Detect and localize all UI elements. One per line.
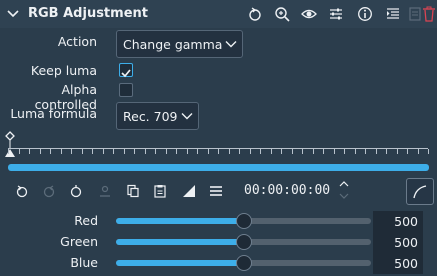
eye-icon[interactable]	[300, 5, 318, 23]
alpha-controlled-checkbox[interactable]	[119, 83, 133, 97]
undo-icon[interactable]	[13, 182, 31, 200]
align-icon[interactable]	[384, 5, 402, 23]
timeline-tick	[312, 149, 314, 154]
keyframe-marker[interactable]	[4, 131, 16, 159]
slider-fill	[116, 260, 244, 266]
slider-fill	[116, 218, 244, 224]
timecode-field[interactable]: 00:00:00:00	[244, 183, 330, 198]
timeline-tick	[407, 149, 408, 154]
timeline-tick	[260, 149, 261, 154]
slider-handle[interactable]	[235, 234, 252, 250]
timeline-tick	[165, 149, 167, 154]
timeline-tick	[197, 149, 198, 154]
slider-handle[interactable]	[235, 213, 252, 229]
timeline-tick	[249, 149, 251, 154]
timeline-tick	[92, 149, 93, 154]
luma-formula-combo[interactable]: Rec. 709	[116, 102, 199, 130]
slider-label: Red	[74, 213, 98, 228]
timeline-tick	[102, 149, 104, 154]
chevron-down-icon	[225, 41, 237, 48]
timeline-tick	[375, 149, 377, 154]
luma-formula-value: Rec. 709	[123, 108, 178, 124]
timeline-tick	[60, 149, 62, 154]
timeline-tick	[323, 149, 324, 154]
timeline-tick	[302, 149, 303, 154]
timeline-tick	[354, 149, 356, 154]
keyframe-icon[interactable]	[67, 182, 85, 200]
timeline-tick	[228, 149, 230, 154]
collapse-icon[interactable]	[5, 6, 21, 22]
timeline-tick	[239, 149, 240, 154]
timeline-tick	[155, 149, 156, 154]
timeline-tick	[18, 149, 20, 154]
timeline-tick	[428, 149, 429, 154]
copy-icon[interactable]	[124, 182, 142, 200]
slider-label: Green	[60, 234, 98, 249]
timeline-tick	[39, 149, 41, 154]
slider-label: Blue	[70, 255, 98, 270]
curve-icon	[413, 184, 427, 198]
ramp-icon[interactable]	[180, 182, 198, 200]
timeline-zoom-bar[interactable]	[8, 164, 429, 171]
slider-value-input[interactable]: 500	[373, 253, 423, 274]
timeline-tick	[134, 149, 135, 154]
timeline-tick	[144, 149, 146, 154]
timeline-tick	[176, 149, 177, 154]
user-icon	[96, 182, 114, 200]
action-combo[interactable]: Change gamma	[116, 30, 243, 58]
luma-formula-label: Luma formula	[10, 106, 97, 121]
timeline-tick	[270, 149, 272, 154]
slider-fill	[116, 239, 244, 245]
keep-luma-checkbox[interactable]	[119, 63, 133, 78]
timeline-tick	[344, 149, 345, 154]
action-value: Change gamma	[123, 36, 223, 52]
chevron-down-icon	[181, 113, 193, 120]
timeline-tick	[207, 149, 209, 154]
action-label: Action	[57, 34, 97, 49]
effect-header: RGB Adjustment	[0, 0, 437, 28]
sliders-icon[interactable]	[327, 5, 345, 23]
paste-icon[interactable]	[151, 182, 169, 200]
effect-title: RGB Adjustment	[28, 6, 148, 21]
curve-type-button[interactable]	[406, 178, 434, 205]
timeline-tick	[291, 149, 293, 154]
redo-icon	[40, 182, 58, 200]
timeline-tick	[396, 149, 398, 154]
timeline-tick	[81, 149, 83, 154]
timeline-tick	[281, 149, 282, 154]
timeline-tick	[123, 149, 125, 154]
timeline-tick	[386, 149, 387, 154]
slider-value-input[interactable]: 500	[373, 211, 423, 232]
timecode-spinner[interactable]	[338, 179, 350, 201]
timeline-tick	[113, 149, 114, 154]
reset-icon[interactable]	[246, 5, 264, 23]
slider-handle[interactable]	[235, 255, 252, 271]
timeline-tick	[365, 149, 366, 154]
timeline-tick	[417, 149, 419, 154]
timeline-tick	[186, 149, 188, 154]
timeline-tick	[8, 149, 9, 154]
timeline-tick	[218, 149, 219, 154]
slider-value-input[interactable]: 500	[373, 232, 423, 253]
timeline-tick	[29, 149, 30, 154]
zoom-icon[interactable]	[273, 5, 291, 23]
checkmark-icon	[121, 69, 131, 78]
timeline-tick	[333, 149, 335, 154]
menu-icon[interactable]	[207, 182, 225, 200]
keep-luma-label: Keep luma	[30, 63, 97, 78]
delete-icon[interactable]	[420, 5, 437, 23]
timeline-tick	[71, 149, 72, 154]
timeline-tick	[50, 149, 51, 154]
info-icon[interactable]	[356, 5, 374, 23]
